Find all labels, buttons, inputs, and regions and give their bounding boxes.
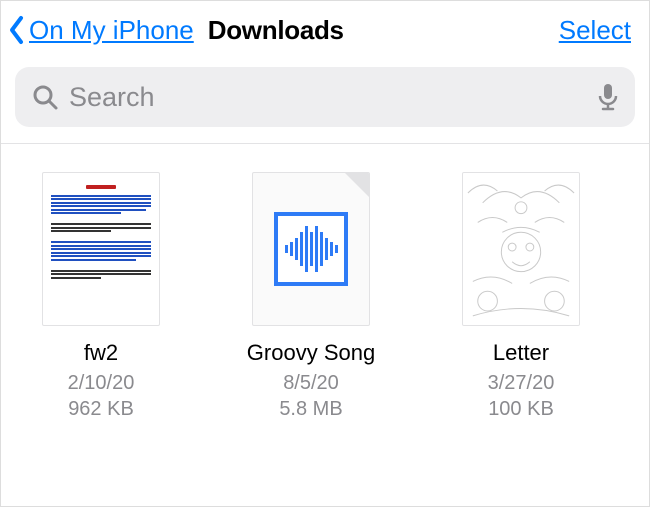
audio-icon [274, 212, 348, 286]
file-name: Letter [493, 340, 549, 366]
file-size: 962 KB [68, 396, 134, 422]
file-item-letter[interactable]: Letter 3/27/20 100 KB [451, 172, 591, 422]
page-fold-icon [345, 173, 369, 197]
file-date: 2/10/20 [68, 370, 135, 396]
page-title: Downloads [208, 15, 344, 46]
file-item-fw2[interactable]: fw2 2/10/20 962 KB [31, 172, 171, 422]
back-button[interactable]: On My iPhone [7, 15, 194, 46]
file-thumbnail-doc [42, 172, 160, 326]
file-item-groovy-song[interactable]: Groovy Song 8/5/20 5.8 MB [241, 172, 381, 422]
chevron-left-icon [7, 15, 27, 45]
search-container [1, 59, 649, 143]
files-app-window: On My iPhone Downloads Select [0, 0, 650, 507]
search-icon [31, 83, 59, 111]
search-bar[interactable] [15, 67, 635, 127]
select-button[interactable]: Select [559, 15, 631, 46]
mic-icon[interactable] [597, 82, 619, 112]
file-grid: fw2 2/10/20 962 KB Groovy Song 8/5/20 5.… [1, 144, 649, 506]
file-date: 8/5/20 [283, 370, 339, 396]
search-input[interactable] [59, 82, 597, 113]
file-date: 3/27/20 [488, 370, 555, 396]
file-name: Groovy Song [247, 340, 375, 366]
file-thumbnail-audio [252, 172, 370, 326]
nav-bar: On My iPhone Downloads Select [1, 1, 649, 59]
back-label: On My iPhone [29, 15, 194, 46]
file-size: 100 KB [488, 396, 554, 422]
file-thumbnail-art [462, 172, 580, 326]
file-size: 5.8 MB [279, 396, 342, 422]
coloring-page-icon [463, 173, 579, 325]
file-name: fw2 [84, 340, 118, 366]
